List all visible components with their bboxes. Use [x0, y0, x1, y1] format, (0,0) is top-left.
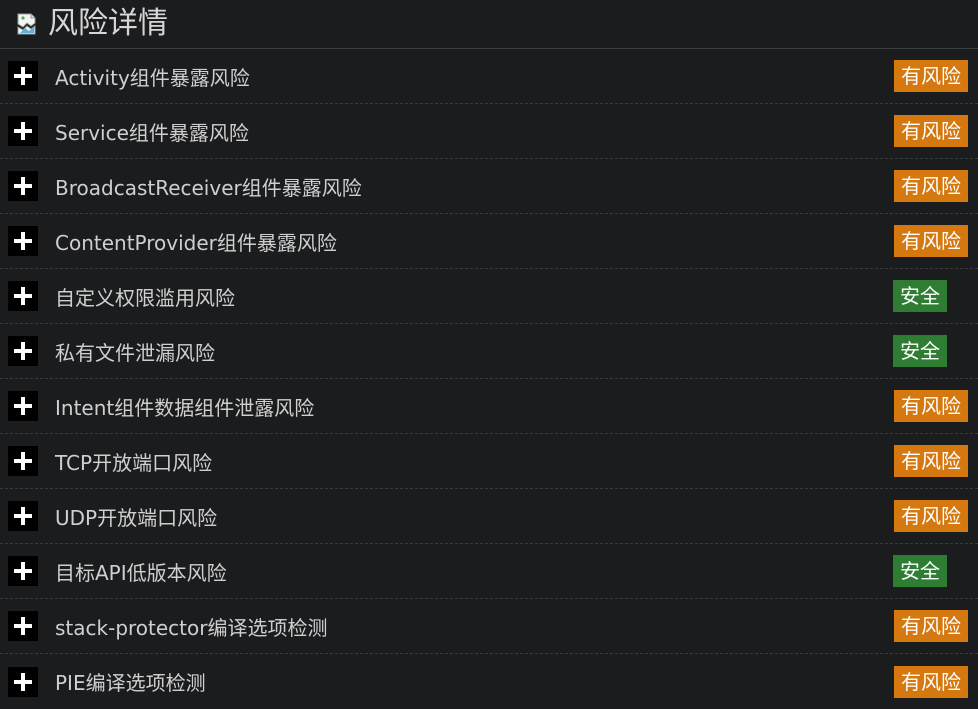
status-badge: 有风险: [894, 60, 968, 92]
expand-plus-icon[interactable]: [8, 171, 38, 201]
risk-list: Activity组件暴露风险 有风险 Service组件暴露风险 有风险 Broadca…: [0, 49, 978, 709]
status-badge: 有风险: [894, 445, 968, 477]
risk-item-label: 目标API低版本风险: [55, 560, 227, 585]
risk-item-row[interactable]: Service组件暴露风险 有风险: [0, 104, 978, 159]
risk-item-label: Intent组件数据组件泄露风险: [55, 395, 315, 420]
status-badge: 有风险: [894, 610, 968, 642]
expand-plus-icon[interactable]: [8, 61, 38, 91]
risk-item-label: Activity组件暴露风险: [55, 65, 250, 90]
broken-image-icon: [16, 12, 40, 36]
risk-item-row[interactable]: Activity组件暴露风险 有风险: [0, 49, 978, 104]
expand-plus-icon[interactable]: [8, 556, 38, 586]
risk-item-label: PIE编译选项检测: [55, 671, 206, 695]
status-badge: 安全: [893, 280, 947, 312]
risk-item-label: 自定义权限滥用风险: [55, 285, 235, 310]
expand-plus-icon[interactable]: [8, 446, 38, 476]
expand-plus-icon[interactable]: [8, 666, 38, 697]
risk-item-row[interactable]: BroadcastReceiver组件暴露风险 有风险: [0, 159, 978, 214]
expand-plus-icon[interactable]: [8, 611, 38, 641]
page-title: 风险详情: [48, 6, 168, 41]
status-badge: 安全: [893, 335, 947, 367]
status-badge: 有风险: [894, 665, 968, 698]
risk-item-label: 私有文件泄漏风险: [55, 340, 215, 365]
status-badge: 有风险: [894, 225, 968, 257]
expand-plus-icon[interactable]: [8, 116, 38, 146]
page-header: 风险详情: [0, 0, 978, 49]
risk-item-row[interactable]: 目标API低版本风险 安全: [0, 544, 978, 599]
risk-item-row[interactable]: 私有文件泄漏风险 安全: [0, 324, 978, 379]
expand-plus-icon[interactable]: [8, 391, 38, 421]
risk-item-row[interactable]: Intent组件数据组件泄露风险 有风险: [0, 379, 978, 434]
risk-item-row[interactable]: UDP开放端口风险 有风险: [0, 489, 978, 544]
risk-item-label: UDP开放端口风险: [55, 505, 218, 530]
risk-item-label: stack-protector编译选项检测: [55, 615, 328, 640]
risk-item-row[interactable]: TCP开放端口风险 有风险: [0, 434, 978, 489]
risk-item-row[interactable]: PIE编译选项检测 有风险: [0, 654, 978, 709]
risk-item-label: BroadcastReceiver组件暴露风险: [55, 175, 362, 200]
status-badge: 有风险: [894, 390, 968, 422]
expand-plus-icon[interactable]: [8, 336, 38, 366]
risk-item-row[interactable]: ContentProvider组件暴露风险 有风险: [0, 214, 978, 269]
expand-plus-icon[interactable]: [8, 226, 38, 256]
risk-item-row[interactable]: stack-protector编译选项检测 有风险: [0, 599, 978, 654]
risk-item-label: ContentProvider组件暴露风险: [55, 230, 337, 255]
expand-plus-icon[interactable]: [8, 501, 38, 531]
status-badge: 有风险: [894, 500, 968, 532]
status-badge: 有风险: [894, 115, 968, 147]
risk-item-label: Service组件暴露风险: [55, 120, 249, 145]
status-badge: 有风险: [894, 170, 968, 202]
risk-item-row[interactable]: 自定义权限滥用风险 安全: [0, 269, 978, 324]
status-badge: 安全: [893, 555, 947, 587]
expand-plus-icon[interactable]: [8, 281, 38, 311]
risk-item-label: TCP开放端口风险: [55, 450, 213, 475]
